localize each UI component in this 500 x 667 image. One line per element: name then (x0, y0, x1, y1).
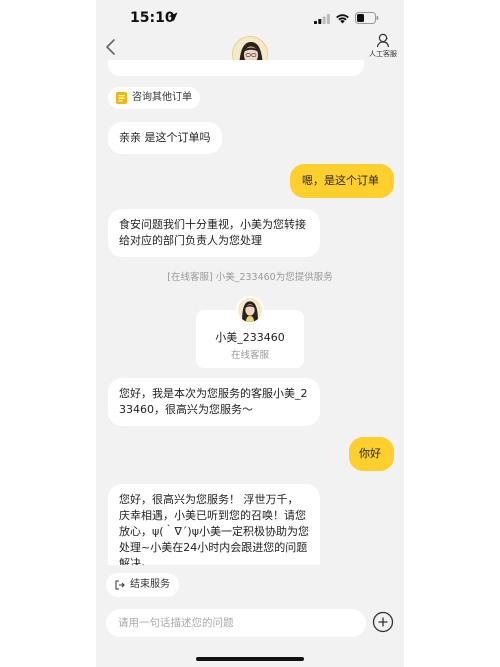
human-service-label: 人工客服 (369, 50, 397, 58)
signal-icon (314, 14, 330, 24)
battery-icon (355, 12, 379, 24)
agent-role: 在线客服 (230, 350, 269, 361)
agent-card: 小美_233460 在线客服 (196, 296, 304, 368)
agent-message: 亲亲 是这个订单吗 (108, 122, 222, 154)
order-note-icon (116, 92, 127, 104)
user-message: 嗯，是这个订单 (290, 164, 394, 198)
chat-area[interactable]: 咨询其他订单 亲亲 是这个订单吗 嗯，是这个订单 食安问题我们十分重视，小美为您… (96, 60, 404, 565)
other-orders-chip[interactable]: 咨询其他订单 (108, 87, 200, 109)
previous-message-bubble (108, 60, 364, 76)
agent-avatar (236, 296, 264, 324)
human-service-button[interactable]: 人工客服 (366, 32, 400, 59)
agent-message: 食安问题我们十分重视，小美为您转接给对应的部门负责人为您处理 (108, 209, 320, 257)
home-indicator (196, 657, 304, 661)
status-bar: 15:10 (96, 0, 404, 36)
headset-person-icon (376, 33, 390, 48)
agent-message: 您好，很高兴为您服务！ 浮世万千，庆幸相遇，小美已听到您的召唤！请您放心，ψ(｀… (108, 484, 320, 565)
plus-circle-icon[interactable] (372, 611, 394, 633)
phone-screen: 15:10 人工客服 咨询其他订单 亲亲 是这个订单吗 嗯，是这个订单 食安问题… (96, 0, 404, 667)
message-input[interactable] (106, 609, 366, 637)
system-note: [在线客服] 小美_233460为您提供服务 (167, 272, 333, 283)
exit-icon (115, 580, 125, 590)
back-chevron-icon[interactable] (104, 38, 118, 56)
location-arrow-icon (168, 12, 178, 22)
user-message: 你好 (349, 437, 394, 471)
agent-name: 小美_233460 (215, 331, 285, 344)
agent-avatar-image (238, 298, 262, 322)
agent-message: 您好，我是本次为您服务的客服小美_233460，很高兴为您服务～ (108, 378, 320, 426)
end-service-button[interactable]: 结束服务 (106, 573, 179, 597)
other-orders-label: 咨询其他订单 (132, 92, 192, 103)
end-service-label: 结束服务 (130, 579, 170, 590)
wifi-icon (336, 14, 349, 24)
